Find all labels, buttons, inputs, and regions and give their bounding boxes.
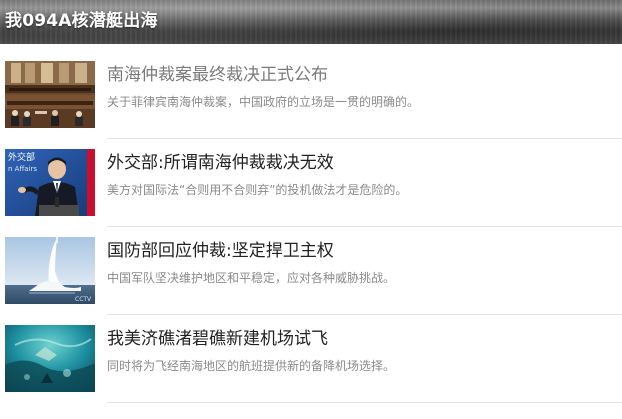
- svg-text:CCTV: CCTV: [75, 296, 92, 303]
- list-item[interactable]: 我美济礁渚碧礁新建机场试飞 同时将为飞经南海地区的航班提供新的备降机场选择。: [0, 308, 622, 396]
- list-item[interactable]: CCTV 国防部回应仲裁:坚定捍卫主权 中国军队坚决维护地区和平稳定，应对各种威…: [0, 220, 622, 308]
- article-headline[interactable]: 国防部回应仲裁:坚定捍卫主权: [107, 240, 334, 262]
- article-summary[interactable]: 同时将为飞经南海地区的航班提供新的备降机场选择。: [107, 358, 395, 374]
- banner[interactable]: 我094A核潜艇出海: [0, 0, 622, 44]
- divider: [107, 402, 622, 403]
- svg-text:n Affairs: n Affairs: [8, 165, 37, 173]
- article-summary[interactable]: 中国军队坚决维护地区和平稳定，应对各种威胁挑战。: [107, 270, 395, 286]
- article-summary[interactable]: 关于菲律宾南海仲裁案，中国政府的立场是一贯的明确的。: [107, 94, 419, 110]
- article-summary[interactable]: 美方对国际法“合则用不合则弃”的投机做法才是危险的。: [107, 182, 407, 198]
- missile-launch-photo[interactable]: CCTV: [5, 237, 95, 304]
- svg-text:外交部: 外交部: [8, 151, 35, 163]
- reef-underwater-photo[interactable]: [5, 325, 95, 392]
- banner-title[interactable]: 我094A核潜艇出海: [5, 10, 158, 32]
- list-item[interactable]: 外交部 n Affairs 外交部:所谓南海仲裁裁决无效 美方对国际法“合则用不…: [0, 132, 622, 220]
- courtroom-photo[interactable]: [5, 61, 95, 128]
- article-headline[interactable]: 我美济礁渚碧礁新建机场试飞: [107, 328, 328, 350]
- article-headline[interactable]: 外交部:所谓南海仲裁裁决无效: [107, 152, 334, 174]
- article-headline[interactable]: 南海仲裁案最终裁决正式公布: [107, 64, 328, 86]
- list-item[interactable]: 南海仲裁案最终裁决正式公布 关于菲律宾南海仲裁案，中国政府的立场是一贯的明确的。: [0, 44, 622, 132]
- spokesperson-photo[interactable]: 外交部 n Affairs: [5, 149, 95, 216]
